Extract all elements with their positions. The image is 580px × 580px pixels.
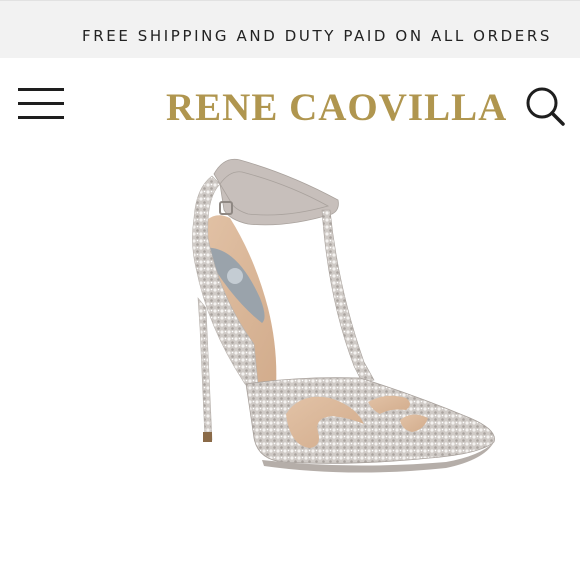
search-icon[interactable] <box>522 84 568 130</box>
promo-banner: FREE SHIPPING AND DUTY PAID ON ALL ORDER… <box>0 0 580 58</box>
hamburger-menu-icon[interactable] <box>18 88 64 120</box>
brand-logo[interactable]: RENE CAOVILLA <box>166 85 507 130</box>
site-header: RENE CAOVILLA <box>0 58 580 148</box>
product-image-area <box>0 148 580 580</box>
promo-text: FREE SHIPPING AND DUTY PAID ON ALL ORDER… <box>82 27 552 45</box>
product-image[interactable] <box>150 148 510 488</box>
